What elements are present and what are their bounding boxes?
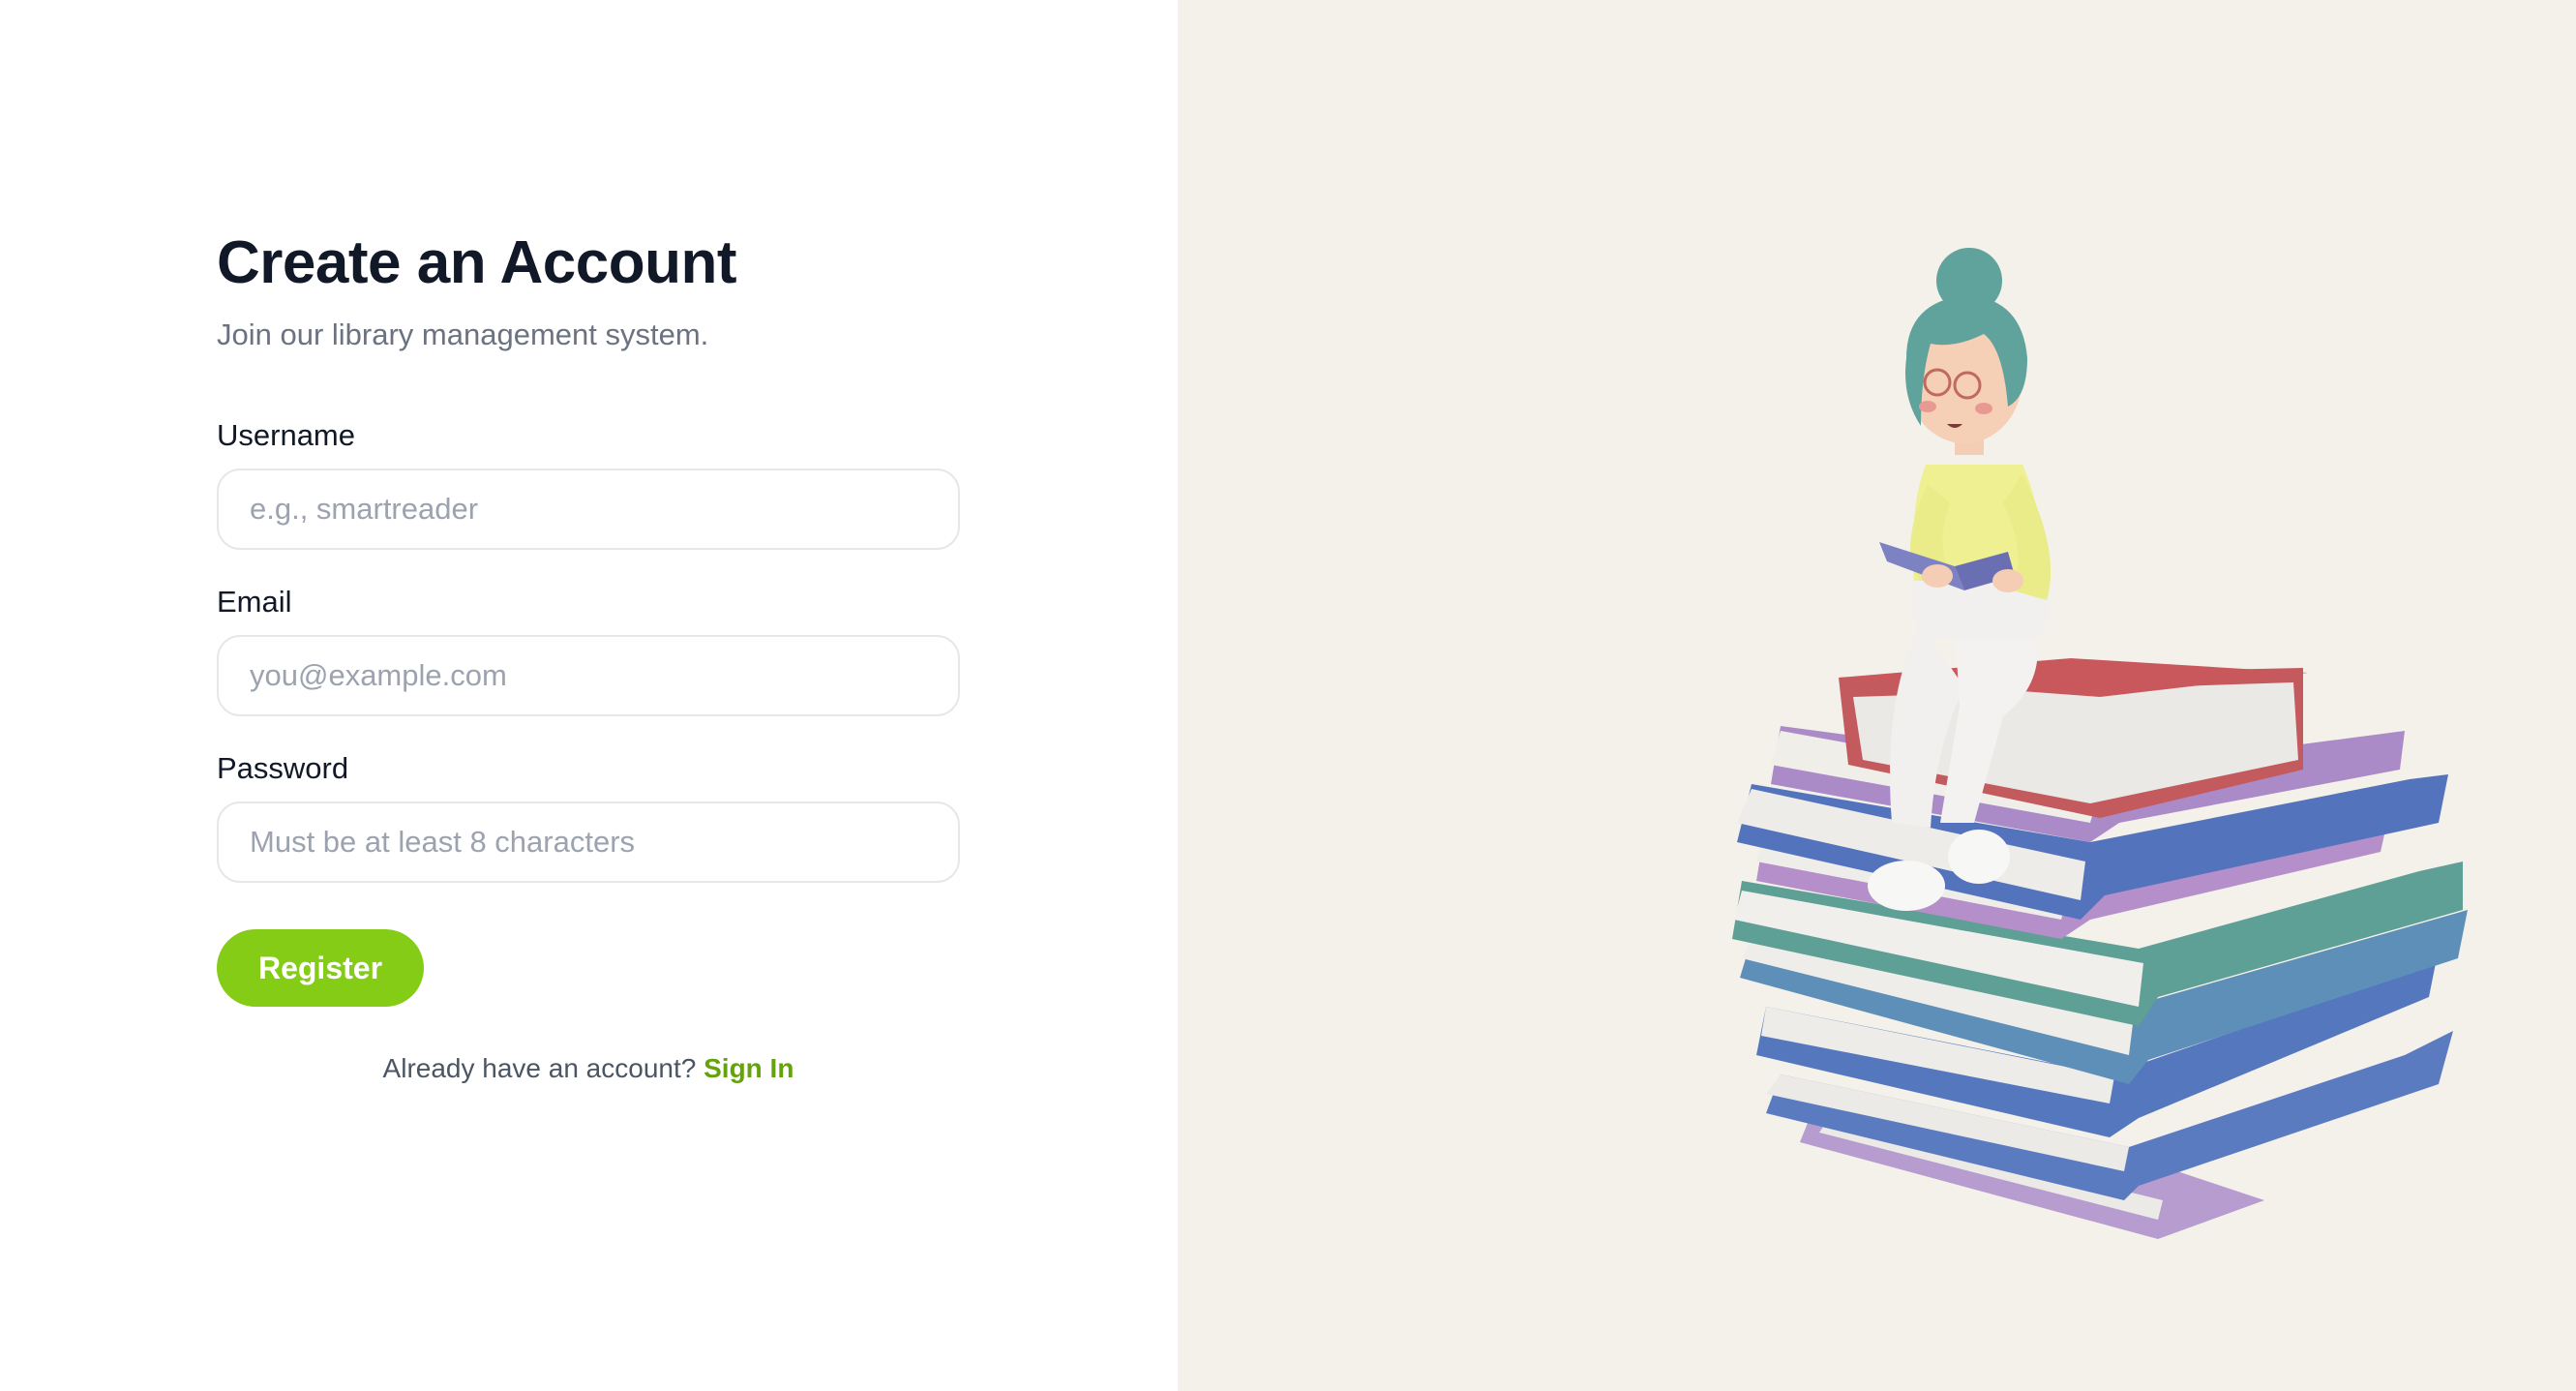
password-input[interactable] <box>217 801 960 883</box>
username-label: Username <box>217 418 355 452</box>
register-button[interactable]: Register <box>217 929 424 1007</box>
email-label: Email <box>217 585 292 619</box>
page-subtitle: Join our library management system. <box>217 318 709 351</box>
signin-prompt-text: Already have an account? <box>382 1053 697 1083</box>
page-title: Create an Account <box>217 229 737 296</box>
password-label: Password <box>217 751 349 785</box>
register-form: Create an Account Join our library manag… <box>217 225 960 1086</box>
email-input[interactable] <box>217 635 960 716</box>
signin-prompt-row: Already have an account? Sign In <box>217 1051 960 1086</box>
username-input[interactable] <box>217 469 960 550</box>
woman-reading-on-books-icon <box>1732 248 2468 1239</box>
form-panel: Create an Account Join our library manag… <box>0 0 1178 1391</box>
sign-in-link[interactable]: Sign In <box>704 1053 794 1083</box>
